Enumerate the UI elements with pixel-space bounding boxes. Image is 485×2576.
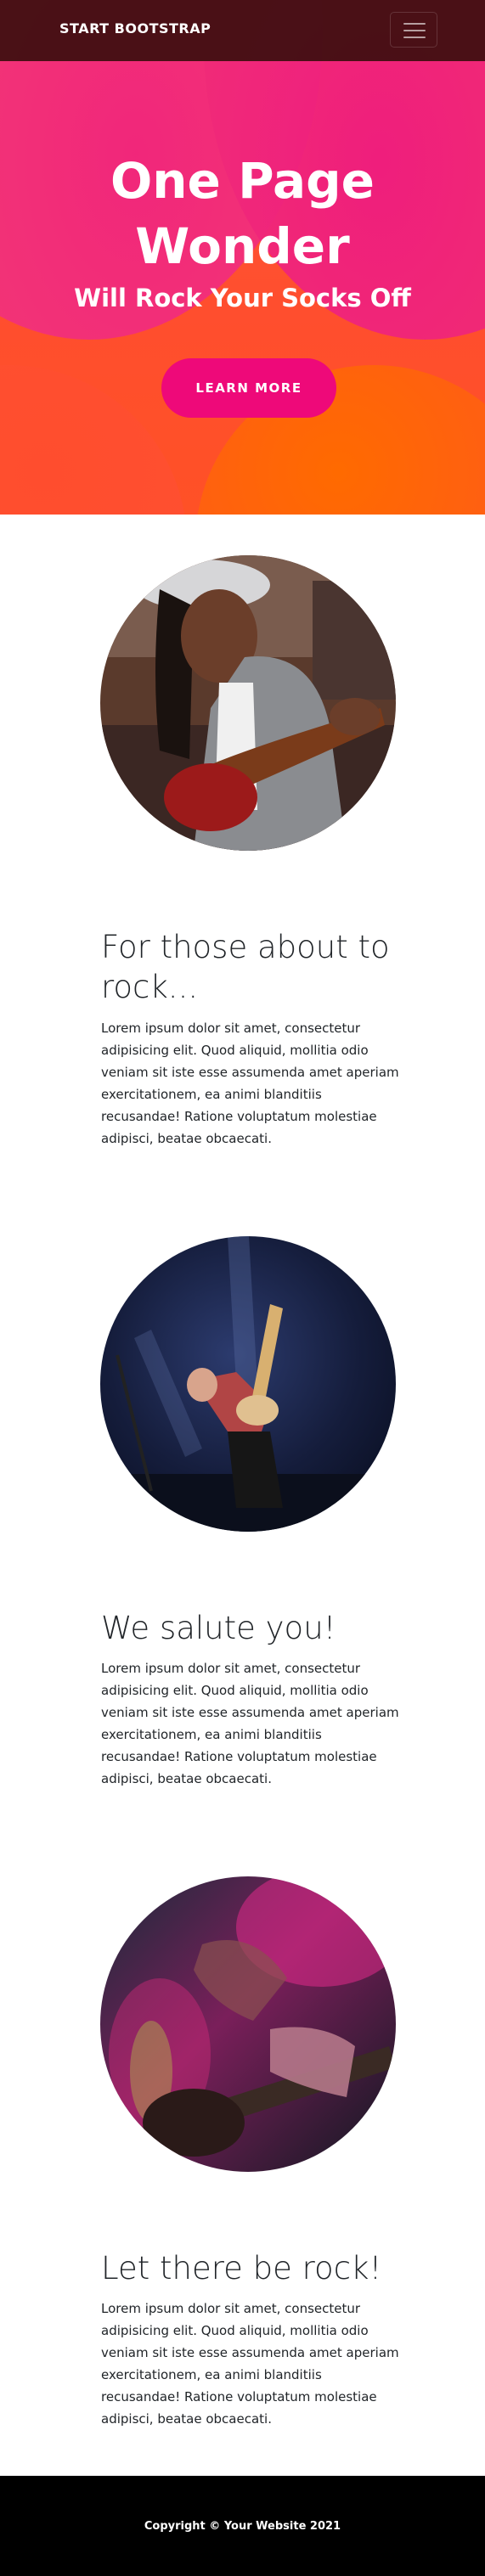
woman-playing-guitar-photo [100,555,396,851]
hero-title-line1: One Page [110,152,375,210]
footer-copyright: Copyright © Your Website 2021 [144,2520,341,2533]
section-3-title: Let there be rock! [101,2250,382,2286]
navbar-toggler-button[interactable] [390,12,437,48]
section-1-text: Lorem ipsum dolor sit amet, consectetur … [101,1021,399,1146]
guitar-closeup-photo [100,1876,396,2172]
hero-subtitle: Will Rock Your Socks Off [74,284,411,312]
navbar: Start Bootstrap [0,0,485,61]
learn-more-button[interactable]: Learn More [161,358,336,418]
section-2-text: Lorem ipsum dolor sit amet, consectetur … [101,1661,399,1786]
section-3-text: Lorem ipsum dolor sit amet, consectetur … [101,2301,399,2427]
hero-bg-circle-bottom-left [0,365,187,515]
navbar-brand[interactable]: Start Bootstrap [59,20,211,37]
masthead: One Page Wonder Will Rock Your Socks Off… [0,0,485,515]
section-2-title: We salute you! [101,1610,336,1646]
section-1-title: For those about to rock... [101,929,390,1005]
guitarist-on-stage-photo [100,1236,396,1532]
hero-title-line2: Wonder [135,217,350,275]
footer: Copyright © Your Website 2021 [0,2476,485,2576]
